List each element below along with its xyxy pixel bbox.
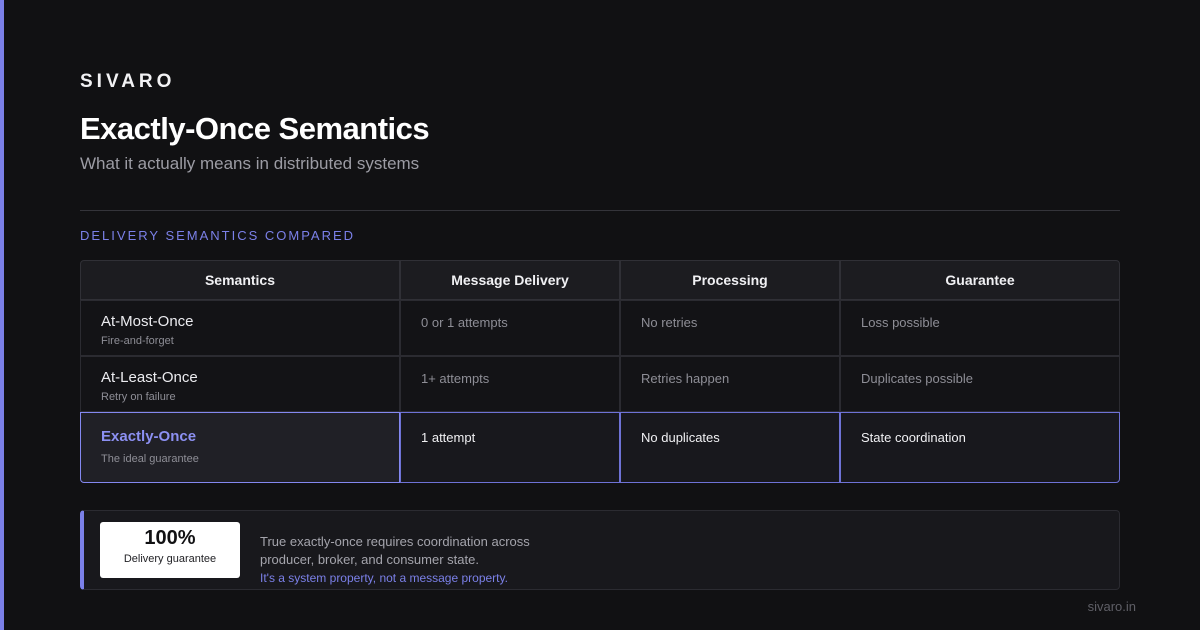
processing-cell: No duplicates [620,412,840,483]
divider [80,210,1120,211]
delivery-cell: 1+ attempts [400,356,620,412]
header-processing: Processing [620,260,840,300]
processing-value: Retries happen [641,371,730,386]
section-label: DELIVERY SEMANTICS COMPARED [80,228,356,243]
semantics-cell: Exactly-Once The ideal guarantee [80,412,400,483]
semantics-cell: At-Least-Once Retry on failure [80,356,400,412]
stat-value: 100% [144,527,196,549]
stat-box: 100% Delivery guarantee [100,522,240,578]
page-title: Exactly-Once Semantics [80,111,430,146]
stat-label: Delivery guarantee [123,553,217,565]
semantics-name: At-Least-Once [101,369,198,386]
brand-logo: SIVARO [80,71,176,92]
semantics-description: The ideal guarantee [101,453,199,465]
callout-text: True exactly-once requires coordination … [260,533,530,587]
processing-cell: Retries happen [620,356,840,412]
processing-value: No retries [641,315,698,330]
semantics-description: Retry on failure [101,391,176,403]
table-row: At-Most-Once Fire-and-forget 0 or 1 atte… [80,300,1120,356]
table-row: At-Least-Once Retry on failure 1+ attemp… [80,356,1120,412]
delivery-cell: 0 or 1 attempts [400,300,620,356]
semantics-description: Fire-and-forget [101,335,174,347]
semantics-name: Exactly-Once [101,428,197,445]
guarantee-cell: Duplicates possible [840,356,1120,412]
callout-line-1: True exactly-once requires coordination … [260,534,530,549]
processing-value: No duplicates [641,430,720,445]
header-message-delivery: Message Delivery [400,260,620,300]
semantics-name: At-Most-Once [101,313,194,330]
callout-emphasis: It's a system property, not a message pr… [260,571,508,585]
semantics-cell: At-Most-Once Fire-and-forget [80,300,400,356]
table-row-highlighted: Exactly-Once The ideal guarantee 1 attem… [80,412,1120,483]
callout-box: 100% Delivery guarantee True exactly-onc… [80,510,1120,590]
footer-url: sivaro.in [1087,599,1136,614]
guarantee-value: Loss possible [861,315,940,330]
guarantee-cell: Loss possible [840,300,1120,356]
delivery-value: 0 or 1 attempts [421,315,508,330]
delivery-value: 1+ attempts [421,371,490,386]
callout-line-2: producer, broker, and consumer state. [260,552,479,567]
guarantee-cell: State coordination [840,412,1120,483]
delivery-cell: 1 attempt [400,412,620,483]
semantics-table: Semantics Message Delivery Processing Gu… [80,260,1120,483]
guarantee-value: State coordination [861,430,966,445]
table-header-row: Semantics Message Delivery Processing Gu… [80,260,1120,300]
page-subtitle: What it actually means in distributed sy… [80,154,420,173]
accent-bar [0,0,4,630]
delivery-value: 1 attempt [421,430,476,445]
header-semantics: Semantics [80,260,400,300]
processing-cell: No retries [620,300,840,356]
guarantee-value: Duplicates possible [861,371,974,386]
header-guarantee: Guarantee [840,260,1120,300]
